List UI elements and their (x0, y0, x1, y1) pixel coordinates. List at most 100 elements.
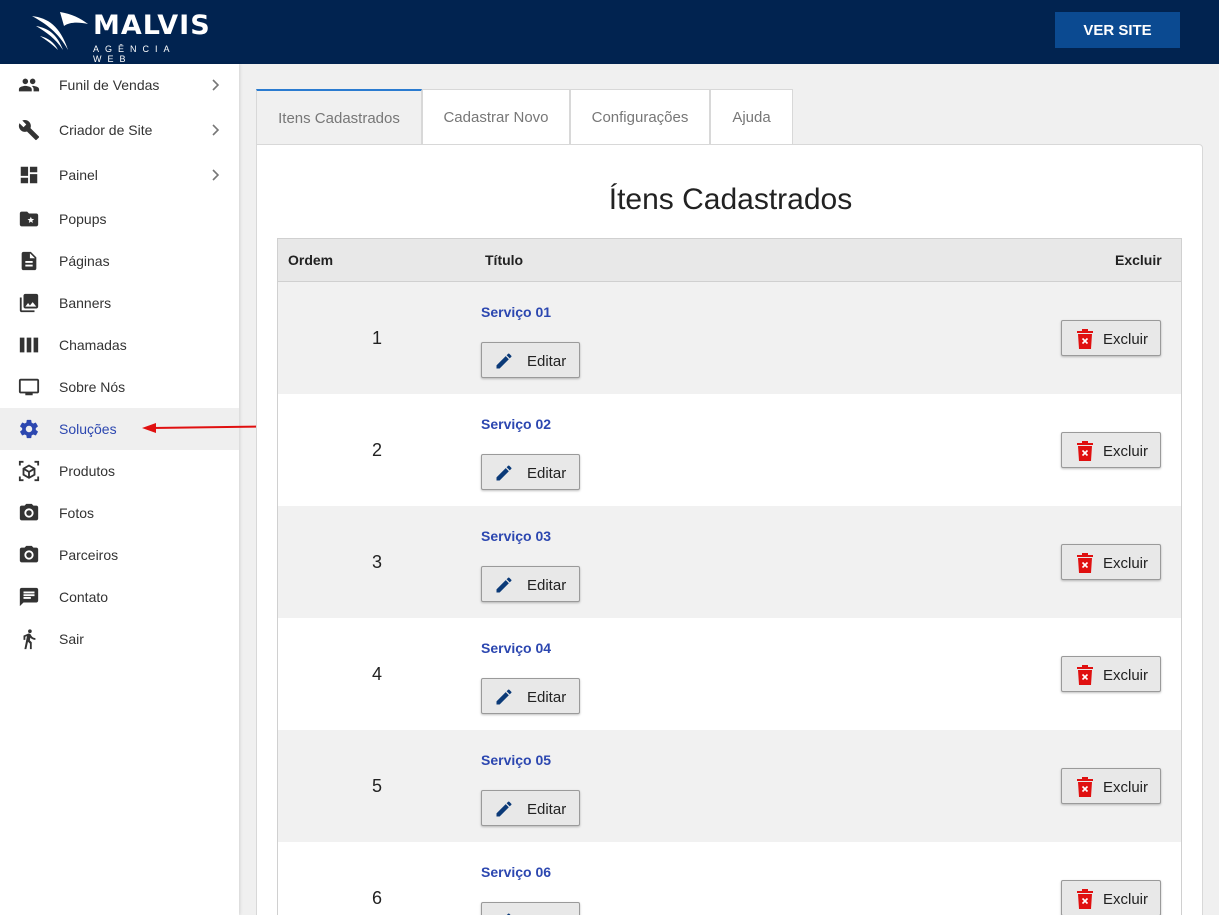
camera-icon (19, 503, 39, 521)
sidebar-item-label: Criador de Site (59, 122, 153, 138)
sidebar-item-label: Produtos (59, 463, 116, 479)
sidebar-item-criador-de-site[interactable]: Criador de Site (0, 109, 239, 151)
pencil-icon (506, 913, 511, 915)
edit-button[interactable]: Editar (481, 454, 580, 490)
column-header-titulo: Título (485, 252, 524, 268)
delete-button-label: Excluir (1103, 331, 1149, 348)
sidebar-item-label: Páginas (59, 253, 110, 269)
edit-button-label: Editar (527, 689, 567, 706)
sidebar-item-label: Painel (59, 167, 98, 183)
row-title-link[interactable]: Serviço 02 (481, 416, 551, 432)
ver-site-button[interactable]: VER SITE (1055, 12, 1180, 48)
dashboard-icon (20, 166, 38, 184)
sidebar-item-chamadas[interactable]: Chamadas (0, 324, 239, 366)
delete-button[interactable]: Excluir (1061, 544, 1161, 580)
sidebar-item-label: Soluções (59, 421, 117, 437)
tab-itens-cadastrados[interactable]: Itens Cadastrados (256, 89, 422, 145)
sidebar-item-label: Chamadas (59, 337, 127, 353)
pencil-icon (496, 689, 512, 705)
row-title-link[interactable]: Serviço 04 (481, 640, 551, 656)
brand-name: MALVIS (93, 10, 211, 41)
pencil-icon (496, 465, 512, 481)
sidebar-item-sair[interactable]: Sair (0, 618, 239, 660)
sidebar-item-banners[interactable]: Banners (0, 282, 239, 324)
sidebar-item-label: Popups (59, 211, 107, 227)
sidebar-item-label: Contato (59, 589, 109, 605)
top-bar: MALVIS AGÊNCIA WEB VER SITE (0, 0, 1219, 64)
sidebar-item-contato[interactable]: Contato (0, 576, 239, 618)
sidebar-item-fotos[interactable]: Fotos (0, 492, 239, 534)
trash-icon (1077, 777, 1093, 797)
chevron-right-icon (212, 169, 220, 181)
row-title-link[interactable]: Serviço 06 (481, 864, 551, 880)
delete-button[interactable]: Excluir (1061, 656, 1161, 692)
sidebar-item-label: Sobre Nós (59, 379, 126, 395)
row-title-link[interactable]: Serviço 03 (481, 528, 551, 544)
delete-button[interactable]: Excluir (1061, 768, 1161, 804)
delete-button-label: Excluir (1103, 891, 1149, 908)
row-title-link[interactable]: Serviço 05 (481, 752, 551, 768)
sidebar-item-sobre-nos[interactable]: Sobre Nós (0, 366, 239, 408)
brand-tagline: AGÊNCIA WEB (93, 44, 176, 64)
delete-button-label: Excluir (1103, 555, 1149, 572)
gear-icon (20, 419, 38, 439)
row-order: 3 (372, 552, 383, 572)
edit-button[interactable]: Editar (481, 342, 580, 378)
sidebar-item-label: Parceiros (59, 547, 119, 563)
delete-button[interactable]: Excluir (1061, 880, 1161, 915)
trash-icon (1077, 553, 1093, 573)
trash-icon (1077, 889, 1093, 909)
row-order: 1 (372, 328, 383, 348)
sidebar-item-parceiros[interactable]: Parceiros (0, 534, 239, 576)
cube-icon (18, 460, 40, 482)
tab-cadastrar-novo[interactable]: Cadastrar Novo (422, 89, 570, 145)
pencil-icon (496, 577, 512, 593)
pencil-icon (496, 801, 512, 817)
content-panel: Ítens Cadastrados Ordem Título Excluir 1… (256, 144, 1203, 915)
walk-icon (23, 629, 36, 650)
trash-icon (1077, 329, 1093, 349)
tab-label: Configurações (591, 109, 689, 126)
edit-button-label: Editar (527, 353, 567, 370)
sidebar: Funil de Vendas Criador de Site Painel P… (0, 64, 239, 915)
sidebar-item-produtos[interactable]: Produtos (0, 450, 239, 492)
trash-icon (1077, 665, 1093, 685)
table-row: 2 Serviço 02 Editar Excluir (278, 394, 1181, 506)
column-header-ordem: Ordem (288, 252, 334, 268)
table-header: Ordem Título Excluir (278, 239, 1181, 282)
sidebar-item-label: Funil de Vendas (59, 77, 160, 93)
delete-button-label: Excluir (1103, 667, 1149, 684)
edit-button[interactable]: Editar (481, 566, 580, 602)
brand-logo[interactable]: MALVIS AGÊNCIA WEB (30, 8, 211, 64)
document-icon (21, 251, 37, 271)
table-row: 3 Serviço 03 Editar Excluir (278, 506, 1181, 618)
sidebar-item-paginas[interactable]: Páginas (0, 240, 239, 282)
edit-button-label: Editar (527, 465, 567, 482)
edit-button-label: Editar (527, 577, 567, 594)
edit-button[interactable]: Editar (481, 790, 580, 826)
tab-ajuda[interactable]: Ajuda (710, 89, 793, 145)
delete-button[interactable]: Excluir (1061, 432, 1161, 468)
sidebar-item-funil-de-vendas[interactable]: Funil de Vendas (0, 64, 239, 106)
edit-button[interactable]: Editar (481, 678, 580, 714)
sidebar-item-popups[interactable]: Popups (0, 198, 239, 240)
tab-configuracoes[interactable]: Configurações (570, 89, 710, 145)
row-order: 5 (372, 776, 383, 796)
wings-logo-icon (32, 12, 88, 50)
table-row: 6 Serviço 06 Editar Excluir (278, 842, 1181, 915)
pencil-icon (496, 353, 512, 369)
chevron-right-icon (212, 79, 220, 91)
sidebar-item-label: Sair (59, 631, 84, 647)
delete-button[interactable]: Excluir (1061, 320, 1161, 356)
row-order: 6 (372, 888, 383, 908)
trash-icon (1077, 441, 1093, 461)
table-row: 5 Serviço 05 Editar Excluir (278, 730, 1181, 842)
row-title-link[interactable]: Serviço 01 (481, 304, 551, 320)
column-header-excluir: Excluir (1115, 252, 1162, 268)
row-order: 2 (372, 440, 383, 460)
sidebar-item-painel[interactable]: Painel (0, 154, 239, 196)
wrench-icon (18, 120, 40, 141)
edit-button[interactable]: Editar (481, 902, 580, 915)
sidebar-item-label: Fotos (59, 505, 95, 521)
sidebar-item-label: Banners (59, 295, 112, 311)
